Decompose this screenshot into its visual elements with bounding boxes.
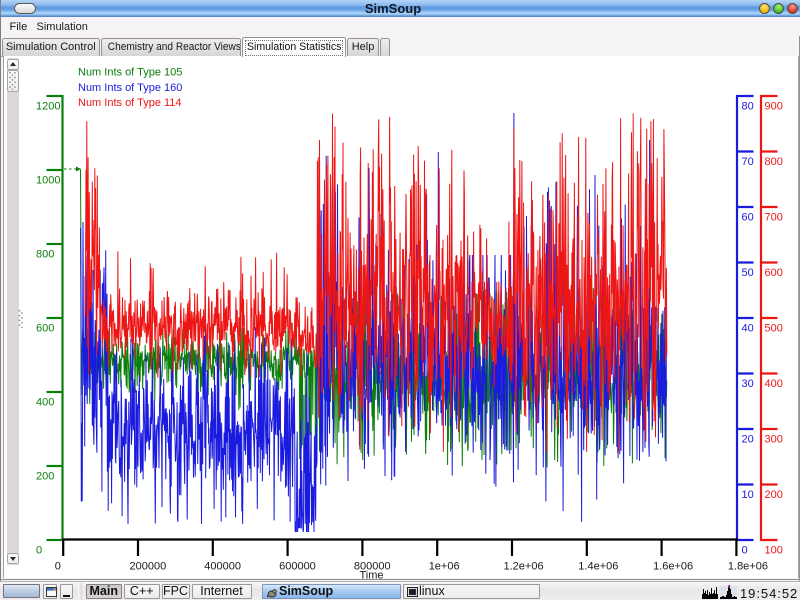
svg-text:Num Ints of Type 160: Num Ints of Type 160	[78, 82, 182, 94]
svg-text:700: 700	[765, 212, 783, 224]
svg-text:40: 40	[742, 323, 754, 335]
svg-text:70: 70	[742, 156, 754, 168]
svg-text:1.4e+06: 1.4e+06	[578, 561, 618, 573]
svg-text:800: 800	[765, 156, 783, 168]
svg-text:300: 300	[765, 434, 783, 446]
svg-text:30: 30	[742, 378, 754, 390]
svg-text:10: 10	[742, 489, 754, 501]
svg-text:1.8e+06: 1.8e+06	[728, 561, 768, 573]
svg-text:1.2e+06: 1.2e+06	[504, 561, 544, 573]
svg-text:0: 0	[36, 545, 42, 557]
svg-text:600: 600	[765, 267, 783, 279]
svg-text:400: 400	[765, 378, 783, 390]
svg-text:1e+06: 1e+06	[429, 561, 460, 573]
svg-text:Num Ints of Type 114: Num Ints of Type 114	[78, 97, 182, 109]
svg-text:1000: 1000	[36, 175, 60, 187]
svg-text:500: 500	[765, 323, 783, 335]
svg-text:600000: 600000	[279, 561, 316, 573]
svg-text:80: 80	[742, 101, 754, 113]
svg-text:400000: 400000	[204, 561, 241, 573]
svg-text:1200: 1200	[36, 101, 60, 113]
svg-text:0: 0	[55, 561, 61, 573]
svg-text:100: 100	[765, 545, 783, 557]
svg-text:400: 400	[36, 397, 54, 409]
svg-text:50: 50	[742, 267, 754, 279]
svg-text:1.6e+06: 1.6e+06	[653, 561, 693, 573]
svg-text:0: 0	[742, 545, 748, 557]
svg-text:600: 600	[36, 323, 54, 335]
svg-text:20: 20	[742, 434, 754, 446]
svg-text:200: 200	[765, 489, 783, 501]
svg-text:200000: 200000	[130, 561, 167, 573]
svg-text:800: 800	[36, 249, 54, 261]
svg-text:60: 60	[742, 212, 754, 224]
svg-text:900: 900	[765, 101, 783, 113]
svg-text:200: 200	[36, 471, 54, 483]
svg-text:Num Ints of Type 105: Num Ints of Type 105	[78, 67, 182, 79]
